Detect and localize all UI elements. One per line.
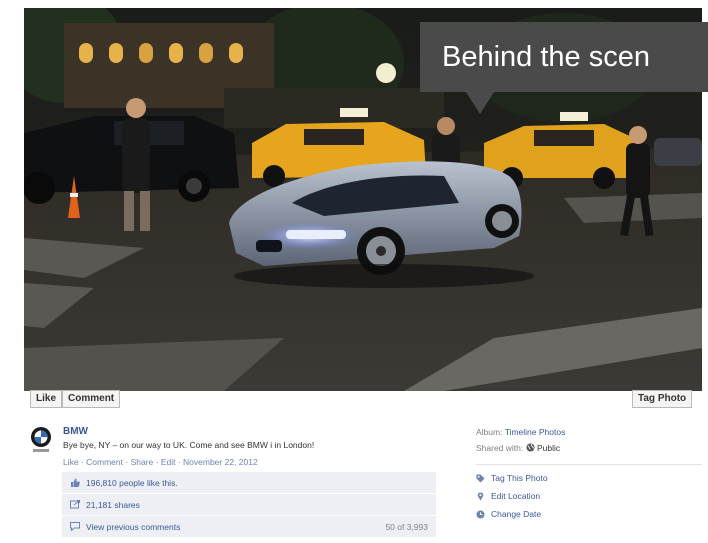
callout-tail — [466, 92, 494, 114]
post-meta: Like · Comment · Share · Edit · November… — [63, 457, 258, 467]
feedback-box: 196,810 people like this. 21,181 shares … — [62, 472, 436, 538]
shares-row[interactable]: 21,181 shares — [62, 494, 436, 516]
location-pin-icon — [477, 491, 484, 501]
tag-this-photo-label[interactable]: Tag This Photo — [491, 469, 548, 487]
post-edit-link[interactable]: Edit — [161, 457, 176, 467]
album-label: Album: — [476, 427, 503, 437]
change-date-link[interactable]: Change Date — [476, 505, 702, 523]
clock-icon — [476, 509, 485, 519]
post-comment-link[interactable]: Comment — [86, 457, 123, 467]
photo-viewer: Behind the scen Like Comment Tag Photo B… — [0, 0, 708, 543]
tag-icon — [476, 473, 485, 483]
view-comments-row[interactable]: View previous comments 50 of 3,993 — [62, 516, 436, 538]
post-panel: BMW Bye bye, NY – on our way to UK. Come… — [24, 414, 702, 543]
like-photo-button[interactable]: Like — [30, 390, 63, 408]
callout-text: Behind the scen — [442, 41, 650, 73]
shared-with-line: Shared with: Public — [476, 440, 702, 456]
post-author[interactable]: BMW — [63, 426, 88, 437]
sep: · — [153, 457, 161, 467]
tag-photo-button[interactable]: Tag Photo — [632, 390, 693, 408]
likes-row[interactable]: 196,810 people like this. — [62, 472, 436, 494]
comment-photo-button[interactable]: Comment — [62, 390, 121, 408]
comment-icon — [70, 522, 80, 531]
sep: · — [123, 457, 131, 467]
album-link[interactable]: Timeline Photos — [505, 427, 566, 437]
shared-label: Shared with: — [476, 443, 524, 453]
share-icon — [70, 500, 80, 509]
tag-this-photo-link[interactable]: Tag This Photo — [476, 469, 702, 487]
post-message: Bye bye, NY – on our way to UK. Come and… — [63, 440, 315, 450]
post-share-link[interactable]: Share — [131, 457, 154, 467]
post-date[interactable]: November 22, 2012 — [183, 457, 258, 467]
caption-callout: Behind the scen — [420, 22, 708, 92]
likes-text[interactable]: 196,810 people like this. — [86, 478, 178, 488]
sep: · — [175, 457, 184, 467]
edit-location-link[interactable]: Edit Location — [476, 487, 702, 505]
globe-icon — [526, 443, 535, 452]
edit-location-label[interactable]: Edit Location — [491, 487, 540, 505]
photo-info-sidebar: Album: Timeline Photos Shared with: Publ… — [476, 424, 702, 523]
change-date-label[interactable]: Change Date — [491, 505, 541, 523]
photo-actions: Like Comment — [30, 390, 121, 408]
view-comments-link[interactable]: View previous comments — [86, 522, 180, 532]
privacy-selector[interactable]: Public — [537, 443, 560, 453]
shares-text[interactable]: 21,181 shares — [86, 500, 140, 510]
divider — [476, 464, 702, 465]
comment-count: 50 of 3,993 — [385, 521, 428, 532]
post-like-link[interactable]: Like — [63, 457, 79, 467]
thumbs-up-icon — [71, 478, 80, 487]
bmw-logo-avatar[interactable] — [30, 426, 52, 454]
album-line: Album: Timeline Photos — [476, 424, 702, 440]
